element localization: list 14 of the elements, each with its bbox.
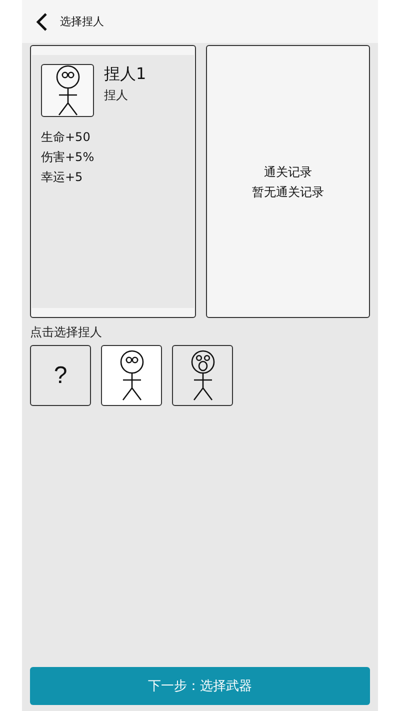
back-icon[interactable] [36, 12, 48, 30]
picker-label: 点击选择捏人 [30, 324, 103, 341]
page-title: 选择捏人 [60, 14, 104, 29]
stat-text: 伤害+5% [41, 149, 96, 166]
stat-text: 生命+50 [41, 129, 92, 146]
character-name: 捏人1 [104, 64, 146, 85]
records-title: 通关记录 [264, 164, 312, 180]
character-type: 捏人 [104, 87, 129, 104]
character-option[interactable] [172, 345, 233, 406]
empty-records-text: 暂无通关记录 [252, 184, 324, 200]
next-button[interactable]: 下一步：选择武器 [30, 667, 370, 705]
character-option[interactable] [101, 345, 162, 406]
character-option[interactable]: ? [30, 345, 91, 406]
stat-text: 幸运+5 [41, 169, 84, 186]
